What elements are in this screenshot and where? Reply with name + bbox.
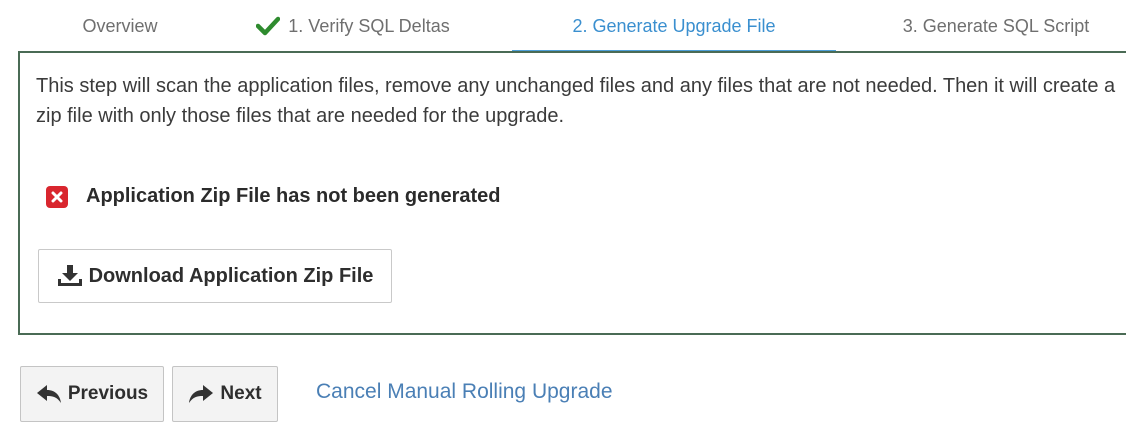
next-button[interactable]: Next	[172, 366, 278, 422]
download-zip-button[interactable]: Download Application Zip File	[38, 249, 392, 303]
tab-label: Overview	[82, 15, 158, 36]
previous-label: Previous	[67, 383, 149, 404]
status-text: Application Zip File has not been genera…	[86, 185, 501, 207]
step-description: This step will scan the application file…	[36, 75, 1116, 127]
cancel-upgrade-link[interactable]: Cancel Manual Rolling Upgrade	[316, 380, 613, 404]
previous-button[interactable]: Previous	[20, 366, 164, 422]
next-label: Next	[220, 383, 262, 404]
check-icon	[256, 16, 281, 36]
tab-generate-sql-script[interactable]: 3. Generate SQL Script	[886, 4, 1106, 48]
forward-arrow-icon	[188, 384, 214, 404]
error-x-icon	[46, 185, 68, 208]
tab-label: 1. Verify SQL Deltas	[288, 15, 450, 36]
status-row: Application Zip File has not been genera…	[46, 185, 501, 208]
download-icon	[57, 264, 83, 288]
tab-label: 2. Generate Upgrade File	[572, 15, 776, 36]
tab-label: 3. Generate SQL Script	[902, 15, 1090, 36]
tab-generate-upgrade-file[interactable]: 2. Generate Upgrade File	[512, 4, 836, 52]
wizard-tabs: Overview 1. Verify SQL Deltas 2. Generat…	[18, 4, 1126, 52]
tab-overview[interactable]: Overview	[58, 4, 182, 48]
tab-verify-sql-deltas[interactable]: 1. Verify SQL Deltas	[244, 4, 462, 48]
reply-arrow-icon	[36, 384, 62, 404]
download-button-label: Download Application Zip File	[88, 264, 374, 287]
step-panel: This step will scan the application file…	[18, 51, 1126, 335]
